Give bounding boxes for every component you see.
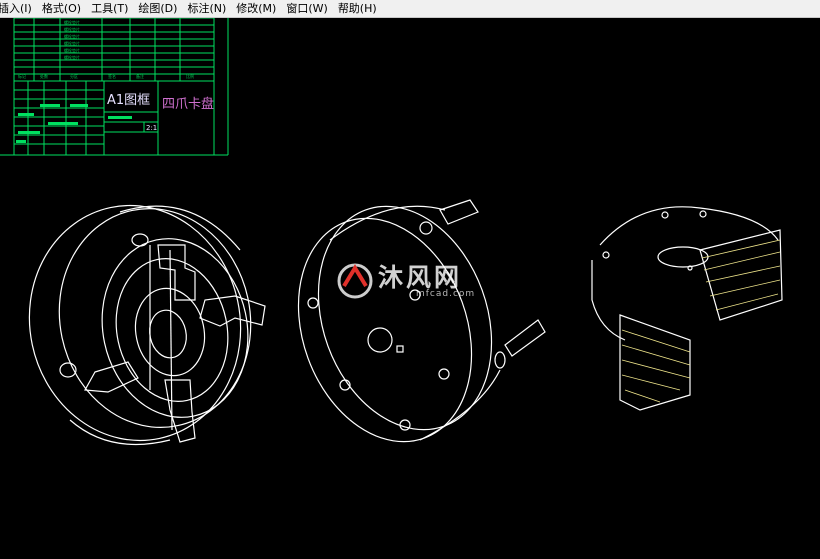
- chuck-section-view: [591, 206, 783, 411]
- watermark: 沐风网 mfcad.com: [330, 256, 500, 306]
- menu-draw[interactable]: 绘图(D): [133, 0, 182, 17]
- chuck-back-view: [297, 199, 546, 443]
- chuck-front-view: [28, 204, 266, 446]
- menu-help[interactable]: 帮助(H): [333, 0, 382, 17]
- menu-format[interactable]: 格式(O): [37, 0, 86, 17]
- menu-bar: 插入(I) 格式(O) 工具(T) 绘图(D) 标注(N) 修改(M) 窗口(W…: [0, 0, 820, 18]
- menu-dimension[interactable]: 标注(N): [182, 0, 231, 17]
- watermark-url: mfcad.com: [416, 289, 476, 299]
- menu-window[interactable]: 窗口(W): [281, 0, 332, 17]
- menu-tools[interactable]: 工具(T): [86, 0, 133, 17]
- menu-modify[interactable]: 修改(M): [231, 0, 281, 17]
- watermark-logo-icon: [337, 263, 373, 299]
- menu-insert[interactable]: 插入(I): [0, 0, 37, 17]
